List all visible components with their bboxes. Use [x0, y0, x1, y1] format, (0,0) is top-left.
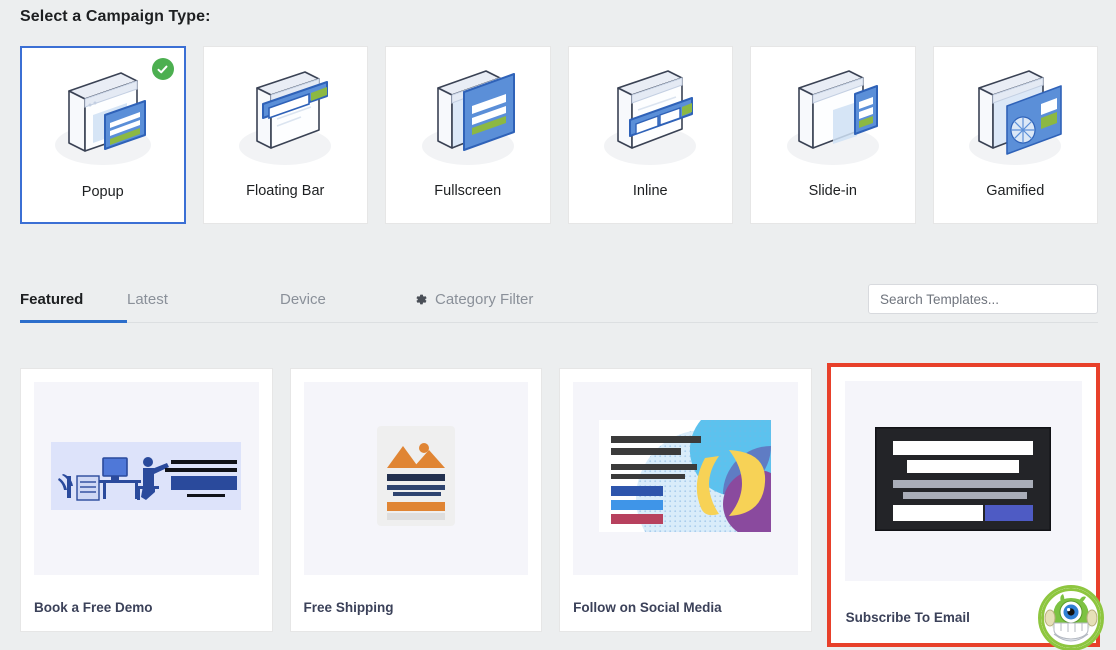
optinmonster-mascot-avatar[interactable]	[1038, 585, 1104, 650]
template-card-free-shipping[interactable]: Free Shipping	[289, 368, 543, 632]
campaign-type-card-popup[interactable]: Popup	[20, 46, 186, 224]
template-thumbnail	[34, 382, 259, 575]
floating-bar-isometric-icon	[215, 55, 355, 181]
template-name: Book a Free Demo	[34, 600, 153, 615]
campaign-type-label: Inline	[632, 183, 668, 199]
tab-label: Category Filter	[435, 290, 534, 308]
tab-list: Featured Latest Device Category Filter	[20, 278, 533, 320]
template-thumbnail	[844, 381, 1082, 581]
template-name: Follow on Social Media	[573, 600, 722, 615]
tab-label: Featured	[20, 290, 84, 308]
template-card-subscribe-to-email[interactable]: Subscribe To Email	[826, 363, 1104, 650]
tab-label: Latest	[127, 290, 168, 308]
dark-optin-form	[873, 425, 1053, 536]
page-title: Select a Campaign Type:	[20, 8, 211, 25]
campaign-type-label: Popup	[81, 184, 124, 200]
campaign-type-card-slide-in[interactable]: Slide-in	[750, 46, 916, 224]
slide-in-isometric-icon	[763, 55, 903, 181]
template-filter-tabbar: Featured Latest Device Category Filter	[0, 278, 1116, 328]
tab-category-filter[interactable]: Category Filter	[413, 291, 533, 308]
tab-label: Device	[280, 290, 326, 308]
tab-latest[interactable]: Latest	[127, 291, 280, 308]
desk-person-illustration	[51, 442, 242, 515]
fullscreen-isometric-icon	[398, 55, 538, 181]
campaign-type-card-floating-bar[interactable]: Floating Bar	[202, 46, 368, 224]
campaign-type-card-fullscreen[interactable]: Fullscreen	[385, 46, 551, 224]
gear-icon	[413, 292, 428, 307]
template-thumbnail	[303, 382, 529, 575]
tab-device[interactable]: Device	[280, 291, 413, 308]
campaign-type-label: Slide-in	[808, 183, 857, 199]
inline-isometric-icon	[580, 55, 720, 181]
template-name: Subscribe To Email	[845, 610, 970, 625]
abstract-shapes-social	[599, 420, 772, 537]
campaign-type-card-gamified[interactable]: Gamified	[932, 46, 1098, 224]
search-input[interactable]	[868, 284, 1098, 314]
template-card-book-a-free-demo[interactable]: Book a Free Demo	[20, 368, 273, 632]
campaign-type-label: Floating Bar	[246, 183, 325, 199]
check-badge	[151, 58, 174, 80]
campaign-type-label: Fullscreen	[434, 183, 502, 199]
campaign-type-label: Gamified	[986, 183, 1045, 199]
tab-featured[interactable]: Featured	[20, 291, 127, 308]
template-name: Free Shipping	[303, 600, 394, 615]
template-card-follow-on-social-media[interactable]: Follow on Social Media	[559, 368, 812, 632]
campaign-type-card-inline[interactable]: Inline	[567, 46, 733, 224]
tab-underline-track	[20, 322, 1098, 323]
mountain-photo-card	[376, 426, 455, 531]
template-grid: Book a Free Demo Free Shipping Follow on…	[20, 363, 1104, 650]
template-thumbnail	[573, 382, 798, 575]
template-picker-page: Select a Campaign Type: Popup Floating B…	[0, 0, 1116, 650]
campaign-type-list: Popup Floating Bar Fullscreen Inline Sli…	[20, 46, 1098, 224]
popup-isometric-icon	[33, 56, 173, 182]
tab-active-underline	[20, 320, 127, 323]
gamified-isometric-icon	[945, 55, 1085, 181]
